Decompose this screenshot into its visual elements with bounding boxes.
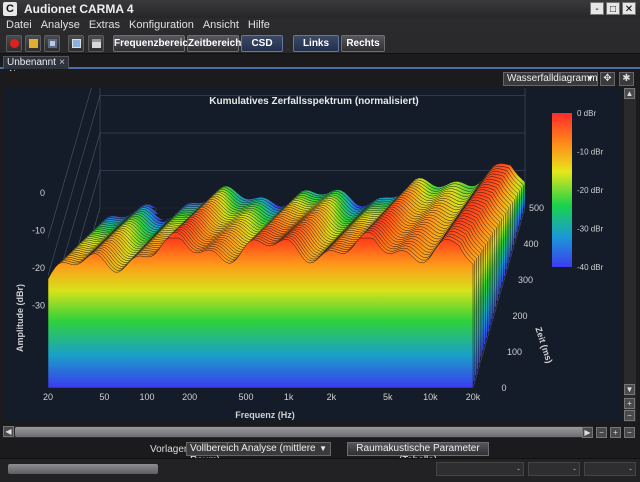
links-button[interactable]: Links — [293, 35, 339, 52]
menu-konfiguration[interactable]: Konfiguration — [129, 19, 194, 31]
z-tick-label: 400 — [524, 239, 539, 249]
zoom-in-button[interactable]: + — [624, 398, 635, 409]
document-tabs: Unbenannt 4* × — [0, 55, 640, 80]
view-type-value: Wasserfalldiagramm — [507, 73, 598, 84]
printer-icon — [92, 39, 101, 48]
x-tick-label: 5k — [383, 392, 393, 402]
z-tick-label: 500 — [529, 203, 544, 213]
window-title: Audionet CARMA 4 — [24, 2, 134, 16]
view-bar: Wasserfalldiagramm ▼ ✥ ✱ — [0, 71, 640, 87]
y-tick-label: 0 — [40, 188, 45, 198]
y-tick-label: -20 — [32, 263, 45, 273]
z-axis-label: Zeit (ms) — [533, 326, 554, 365]
move-icon[interactable]: ✥ — [600, 72, 615, 86]
csd-button[interactable]: CSD — [241, 35, 283, 52]
scroll-left-button[interactable]: ◀ — [3, 426, 14, 437]
colorbar-tick-label: -30 dBr — [577, 225, 604, 234]
maximize-button[interactable]: □ — [606, 2, 620, 15]
zoom-out-button[interactable]: − — [624, 410, 635, 421]
colorbar-ticks: 0 dBr -10 dBr -20 dBr -30 dBr -40 dBr — [577, 109, 604, 272]
open-button[interactable] — [25, 35, 41, 52]
grid-line-left-0 — [47, 57, 101, 239]
x-tick-label: 2k — [327, 392, 337, 402]
z-tick-label: 0 — [502, 383, 507, 393]
toolbar: Frequenzbereich Zeitbereich CSD Links Re… — [0, 32, 640, 54]
status-field-3: - — [584, 462, 636, 476]
tab-unbenannt-4[interactable]: Unbenannt 4* × — [3, 56, 69, 80]
bottom-bar: Vorlagen Vollbereich Analyse (mittlere R… — [0, 441, 640, 466]
status-progress — [8, 464, 158, 474]
scroll-up-button[interactable]: ▲ — [624, 88, 635, 99]
menu-ansicht[interactable]: Ansicht — [203, 19, 239, 31]
status-bar: - - - — [0, 458, 640, 482]
horizontal-scrollbar[interactable]: ◀ — [3, 426, 593, 438]
x-axis-label: Frequenz (Hz) — [235, 410, 295, 420]
chart-title: Kumulatives Zerfallsspektrum (normalisie… — [209, 96, 419, 107]
vertical-scrollbar[interactable]: ▲ ▼ + − — [624, 88, 636, 422]
x-tick-label: 50 — [99, 392, 109, 402]
snapshot-button[interactable] — [68, 35, 84, 52]
status-field-1: - — [436, 462, 524, 476]
record-icon — [10, 39, 19, 48]
app-logo-icon: C — [3, 2, 17, 16]
save-icon — [48, 39, 57, 48]
save-button[interactable] — [44, 35, 60, 52]
colorbar-tick-label: 0 dBr — [577, 109, 596, 118]
chevron-down-icon: ▼ — [586, 74, 594, 83]
zeitbereich-button[interactable]: Zeitbereich — [187, 35, 241, 52]
minimize-button[interactable]: - — [590, 2, 604, 15]
h-zoom-in-button[interactable]: + — [610, 427, 621, 438]
image-icon — [72, 39, 81, 48]
z-tick-label: 300 — [518, 275, 533, 285]
close-button[interactable]: ✕ — [622, 2, 636, 15]
chevron-down-icon: ▼ — [319, 444, 327, 453]
print-button[interactable] — [88, 35, 104, 52]
tab-close-icon[interactable]: × — [59, 57, 65, 69]
z-tick-label: 200 — [513, 311, 528, 321]
record-button[interactable] — [6, 35, 22, 52]
view-type-select[interactable]: Wasserfalldiagramm ▼ — [503, 72, 598, 86]
scroll-right-button[interactable]: ▶ — [582, 427, 593, 438]
frequenzbereich-button[interactable]: Frequenzbereich — [113, 35, 194, 52]
csd-plot-area[interactable]: Kumulatives Zerfallsspektrum (normalisie… — [3, 57, 622, 422]
x-tick-label: 20 — [43, 392, 53, 402]
colorbar — [552, 113, 572, 267]
colorbar-tick-label: -10 dBr — [577, 148, 604, 157]
y-tick-label: -30 — [32, 301, 45, 311]
menu-extras[interactable]: Extras — [89, 19, 120, 31]
title-bar: C Audionet CARMA 4 - □ ✕ — [0, 0, 640, 18]
y-axis-label: Amplitude (dBr) — [15, 284, 25, 352]
x-tick-label: 1k — [284, 392, 294, 402]
vorlagen-select[interactable]: Vollbereich Analyse (mittlere Raum) ▼ — [186, 442, 331, 466]
status-field-2: - — [528, 462, 580, 476]
menu-analyse[interactable]: Analyse — [41, 19, 80, 31]
menu-bar: Datei Analyse Extras Konfiguration Ansic… — [0, 18, 640, 32]
folder-icon — [29, 39, 38, 48]
h-zoom-minus-button[interactable]: − — [624, 427, 635, 438]
csd-waterfall-chart: Kumulatives Zerfallsspektrum (normalisie… — [15, 57, 604, 420]
raumakustische-parameter-button[interactable]: Raumakustische Parameter (Tabelle) — [347, 442, 489, 466]
rechts-button[interactable]: Rechts — [341, 35, 385, 52]
x-tick-label: 100 — [140, 392, 155, 402]
z-tick-label: 100 — [507, 347, 522, 357]
y-tick-label: -10 — [32, 226, 45, 236]
gear-icon[interactable]: ✱ — [619, 72, 634, 86]
x-tick-label: 20k — [466, 392, 481, 402]
menu-datei[interactable]: Datei — [6, 19, 32, 31]
vorlagen-label: Vorlagen — [150, 444, 190, 455]
x-tick-label: 10k — [423, 392, 438, 402]
colorbar-tick-label: -20 dBr — [577, 186, 604, 195]
menu-hilfe[interactable]: Hilfe — [248, 19, 270, 31]
waterfall-slices — [47, 163, 526, 389]
horizontal-scroll-thumb[interactable] — [15, 427, 585, 437]
x-tick-label: 500 — [239, 392, 254, 402]
x-tick-label: 200 — [182, 392, 197, 402]
scroll-down-button[interactable]: ▼ — [624, 384, 635, 395]
h-zoom-out-button[interactable]: − — [596, 427, 607, 438]
colorbar-tick-label: -40 dBr — [577, 263, 604, 272]
